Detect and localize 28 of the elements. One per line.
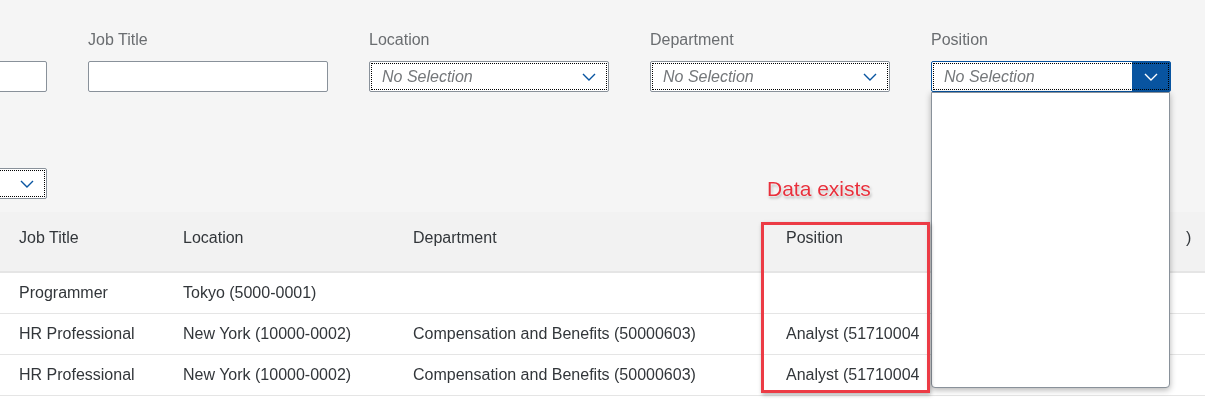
- table-cell-text: Compensation and Benefits (50000603): [412, 366, 697, 384]
- dropdown-field[interactable]: No Selection: [931, 61, 1171, 92]
- column-header: Job Title: [18, 228, 80, 248]
- chevron-down-icon: [582, 72, 596, 81]
- column-header: Department: [412, 228, 498, 248]
- table-cell-text: HR Professional: [18, 366, 136, 384]
- dropdown-field[interactable]: No Selection: [369, 61, 609, 92]
- column-header: Location: [182, 228, 245, 248]
- chevron-down-icon: [1144, 72, 1158, 81]
- column-header: ): [1185, 228, 1193, 248]
- table-cell-text: HR Professional: [18, 325, 136, 343]
- table-cell-text: Programmer: [18, 284, 109, 302]
- column-header: Position: [785, 228, 844, 248]
- table-cell-text: Analyst (51710004: [785, 325, 921, 343]
- field-label: Location: [369, 30, 431, 50]
- field-label: Department: [650, 30, 735, 50]
- chevron-down-icon: [20, 179, 34, 188]
- annotation-text: Data exists: [767, 177, 871, 201]
- table-cell-text: Tokyo (5000-0001): [182, 284, 318, 302]
- dropdown-field[interactable]: No Selection: [650, 61, 890, 92]
- table-cell-text: New York (10000-0002): [182, 366, 353, 384]
- table-cell-text: Compensation and Benefits (50000603): [412, 325, 697, 343]
- chevron-down-icon: [863, 72, 877, 81]
- field-label: Job Title: [88, 30, 149, 50]
- table-cell-text: New York (10000-0002): [182, 325, 353, 343]
- field-label: Position: [931, 30, 989, 50]
- table-cell-text: Analyst (51710004: [785, 366, 921, 384]
- text-field[interactable]: [88, 61, 328, 92]
